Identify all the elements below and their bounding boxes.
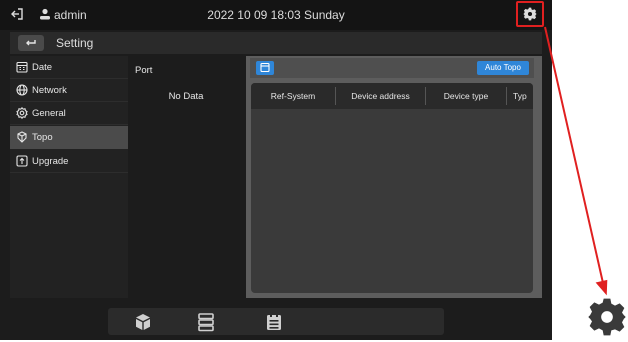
callout-arrow [544, 26, 608, 296]
gear-icon-enlarged [587, 297, 627, 337]
